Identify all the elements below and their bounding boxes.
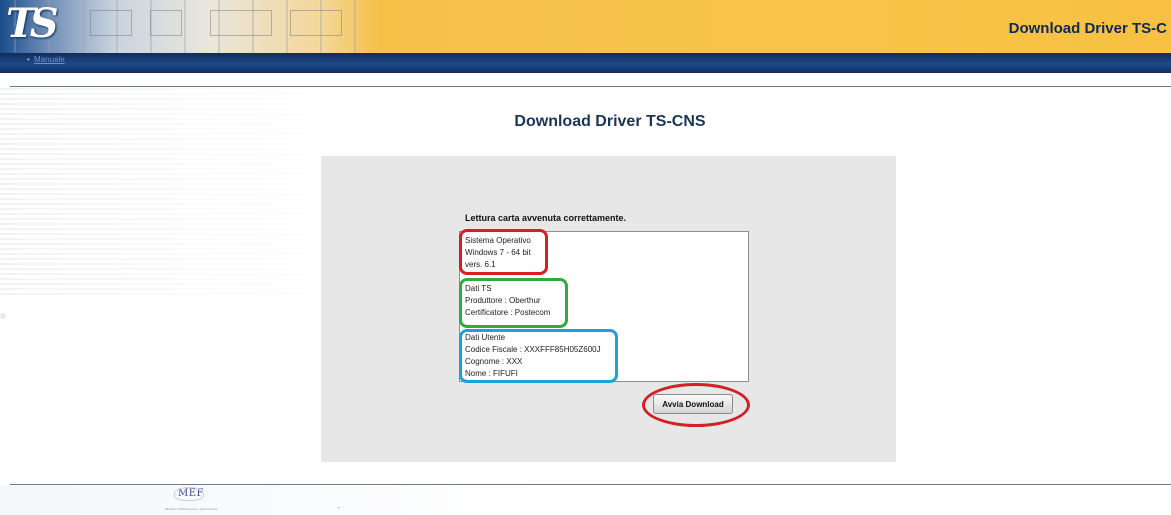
highlight-download-button	[642, 383, 750, 427]
highlight-user-info	[459, 329, 618, 383]
status-message: Lettura carta avvenuta correttamente.	[465, 213, 627, 223]
background-decoration	[0, 313, 6, 319]
shelf-decoration	[150, 10, 182, 36]
footer-decoration	[338, 507, 339, 508]
shelf-decoration	[90, 10, 132, 36]
divider-top	[10, 86, 1171, 87]
nav-link-manuale[interactable]: Manuale	[27, 55, 65, 64]
ts-logo: TS	[6, 0, 59, 47]
navbar: Manuale	[0, 53, 1171, 73]
header-pharmacy-photo	[0, 0, 380, 53]
shelf-decoration	[210, 10, 272, 36]
mef-logo-caption: Ministero dell'Economia e delle Finanze	[165, 507, 218, 511]
header-banner: TS Download Driver TS-C	[0, 0, 1171, 53]
header-title: Download Driver TS-C	[1008, 20, 1167, 37]
page-title: Download Driver TS-CNS	[514, 113, 706, 130]
footer-band	[0, 486, 545, 515]
highlight-system-info	[459, 229, 548, 275]
shelf-decoration	[290, 10, 342, 36]
mef-logo: MEF	[174, 487, 204, 501]
divider-bottom	[10, 484, 1171, 485]
highlight-ts-info	[459, 278, 568, 328]
